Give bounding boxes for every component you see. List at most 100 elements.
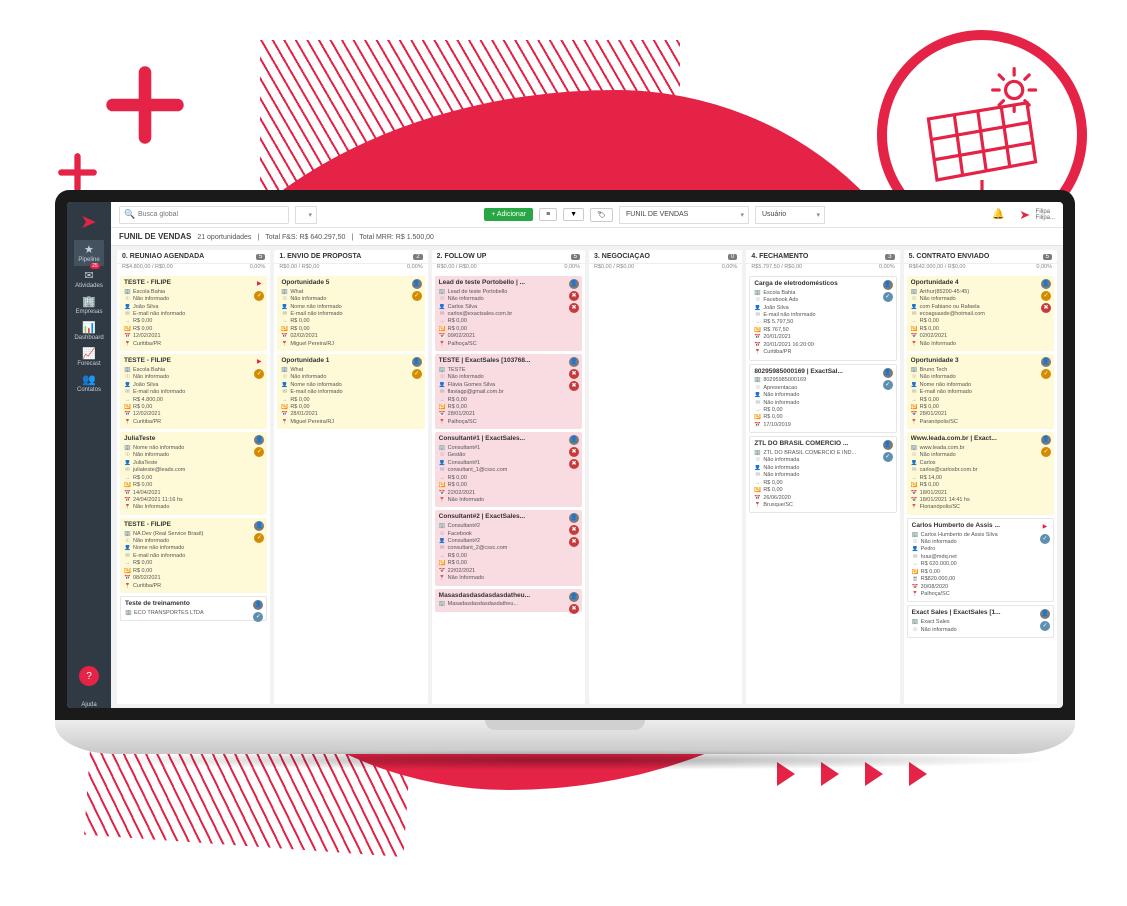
- card[interactable]: Masasdasdasdasdasdatheu...👤✖🏢 Masadasdas…: [435, 589, 582, 612]
- line-icon: 📍: [439, 575, 446, 582]
- card[interactable]: Oportunidade 4👤✓✖🏢 Arthur(85200-45:45)☉ …: [907, 276, 1054, 351]
- sidebar: ★Pipeline✉Atividades🏢Empresas📊Dashboard📈…: [67, 202, 111, 708]
- line-icon: 📅: [124, 333, 131, 340]
- card[interactable]: Exact Sales | ExactSales [1...👤✓🏢 Exact …: [907, 605, 1054, 638]
- line-icon: ☉: [439, 296, 446, 303]
- card[interactable]: Carga de eletrodomésticos👤✓🏢 Escola Bahi…: [749, 276, 896, 361]
- global-search[interactable]: 🔍: [119, 206, 289, 224]
- search-caret[interactable]: [295, 206, 317, 224]
- card-line: ☉ Não informado: [912, 539, 1049, 546]
- card[interactable]: 80295985000169 | ExactSal...👤✓🏢 80295985…: [749, 364, 896, 434]
- card[interactable]: Www.leada.com.br | Exact...👤✓🏢 www.leada…: [907, 432, 1054, 515]
- line-icon: 🔁: [911, 326, 918, 333]
- sidebar-item-contatos[interactable]: 👥Contatos: [74, 370, 103, 396]
- card-line: 🏢 Escola Bahia: [754, 290, 891, 297]
- card-line: 🔁 R$ 0,00: [281, 404, 420, 411]
- funnel-select[interactable]: FUNIL DE VENDAS: [619, 206, 749, 224]
- card-line: 👤 Não informado: [754, 392, 891, 399]
- card-line: 👤 João Silva: [124, 304, 263, 311]
- card-line: 🏢 TESTE: [439, 367, 578, 374]
- line-icon: →: [124, 475, 131, 482]
- sidebar-item-empresas[interactable]: 🏢Empresas: [74, 292, 103, 318]
- filter-button[interactable]: ▼: [563, 208, 584, 221]
- card-bad-icon: ✖: [569, 303, 579, 313]
- card-line: 📍 Miguel Pereira/RJ: [281, 341, 420, 348]
- card[interactable]: TESTE | ExactSales [103768...👤✖✖🏢 TESTE☉…: [435, 354, 582, 429]
- card[interactable]: Oportunidade 5👤✓🏢 What☉ Não informado👤 N…: [277, 276, 424, 351]
- line-text: Não Informado: [448, 575, 484, 582]
- menu-button[interactable]: ≡: [539, 208, 557, 221]
- line-icon: ☉: [439, 452, 446, 459]
- card-bad-icon: ✖: [569, 604, 579, 614]
- line-icon: 📍: [124, 341, 131, 348]
- card-line: 🏢 Escola Bahia: [124, 367, 263, 374]
- card-flag-icon: ▶: [254, 279, 264, 289]
- tag-button[interactable]: 🏷: [590, 208, 613, 222]
- card-title: TESTE - FILIPE: [124, 357, 263, 366]
- card-warn-icon: ✓: [412, 291, 422, 301]
- card[interactable]: Teste de treinamento👤✓🏢 ECO TRANSPORTES …: [120, 596, 267, 621]
- line-icon: 🔁: [754, 487, 761, 494]
- sidebar-item-pipeline[interactable]: ★Pipeline: [74, 240, 103, 266]
- help-button[interactable]: ?: [79, 666, 99, 686]
- line-text: Não informado: [921, 539, 957, 546]
- line-text: 12/02/2021: [133, 333, 161, 340]
- line-icon: ☉: [124, 296, 131, 303]
- card-ok-icon: ✓: [1040, 621, 1050, 631]
- card-line: 👤 Nome não informado: [281, 304, 420, 311]
- column-body: Lead de teste Portobello | ...👤✖✖🏢 Lead …: [432, 273, 585, 704]
- line-icon: ☉: [124, 452, 131, 459]
- sidebar-item-dashboard[interactable]: 📊Dashboard: [74, 318, 103, 344]
- line-icon: 📍: [124, 504, 131, 511]
- card[interactable]: TESTE - FILIPE▶✓🏢 Escola Bahia☉ Não info…: [120, 276, 267, 351]
- card-line: ☉ Não informado: [124, 538, 263, 545]
- card-icons: 👤✓: [883, 440, 893, 462]
- search-input[interactable]: [119, 206, 289, 224]
- line-text: flaviagp@gmail.com.br: [448, 389, 504, 396]
- card[interactable]: Carlos Humberto de Assis ...▶✓🏢 Carlos H…: [907, 518, 1054, 603]
- line-text: What: [290, 367, 303, 374]
- card-line: 📅 08/02/2021: [124, 575, 263, 582]
- card[interactable]: Consultant#2 | ExactSales...👤✖✖🏢 Consult…: [435, 510, 582, 585]
- card[interactable]: Oportunidade 1👤✓🏢 What☉ Não informado👤 N…: [277, 354, 424, 429]
- line-text: R$ 0,00: [763, 480, 782, 487]
- card[interactable]: Lead de teste Portobello | ...👤✖✖🏢 Lead …: [435, 276, 582, 351]
- card[interactable]: TESTE - FILIPE👤✓🏢 NA Dev (Real Service B…: [120, 518, 267, 593]
- line-text: R$ 0,00: [133, 326, 152, 333]
- line-icon: ✉: [439, 467, 446, 474]
- line-icon: 🔁: [281, 326, 288, 333]
- line-icon: 📅: [911, 490, 918, 497]
- card-line: ☉ Não informado: [439, 374, 578, 381]
- card-line: 📍 Curitiba/PR: [754, 349, 891, 356]
- line-text: Palhoça/SC: [448, 341, 477, 348]
- line-icon: 📅: [439, 333, 446, 340]
- column-header: 5. CONTRATO ENVIADO5: [904, 250, 1057, 264]
- card[interactable]: ZTL DO BRASIL COMERCIO ...👤✓🏢 ZTL DO BRA…: [749, 436, 896, 513]
- line-icon: 📅: [911, 497, 918, 504]
- line-icon: 🏢: [124, 531, 131, 538]
- add-button[interactable]: + Adicionar: [484, 208, 533, 221]
- card-line: 📍 Não Informado: [439, 497, 578, 504]
- card[interactable]: Consultant#1 | ExactSales...👤✖✖🏢 Consult…: [435, 432, 582, 507]
- line-text: JuliaTeste: [133, 460, 157, 467]
- sidebar-item-atividades[interactable]: ✉Atividades: [74, 266, 103, 292]
- card[interactable]: TESTE - FILIPE▶✓🏢 Escola Bahia☉ Não info…: [120, 354, 267, 429]
- line-icon: 📅: [439, 490, 446, 497]
- card-title: Masasdasdasdasdasdatheu...: [439, 592, 578, 601]
- user-block[interactable]: Filipa Filipa...: [1011, 207, 1055, 223]
- sidebar-item-forecast[interactable]: 📈Forecast: [74, 344, 103, 370]
- line-icon: →: [439, 397, 446, 404]
- bell-icon[interactable]: 🔔: [992, 209, 1004, 220]
- card-icons: 👤✓: [1041, 435, 1051, 457]
- card-line: → R$ 0,00: [754, 407, 891, 414]
- card[interactable]: JuliaTeste👤✓🏢 Nome não informado☉ Não in…: [120, 432, 267, 515]
- card-icons: 👤✖✖: [569, 435, 579, 469]
- user-select[interactable]: Usuário: [755, 206, 825, 224]
- line-text: 22/02/2021: [448, 568, 476, 575]
- line-text: Não informado: [448, 374, 484, 381]
- card[interactable]: Oportunidade 3👤✓🏢 Bruno Tech☉ Não inform…: [907, 354, 1054, 429]
- line-text: R$ 0,00: [763, 414, 782, 421]
- card-icons: 👤✓✖: [1041, 279, 1051, 313]
- line-icon: 🔁: [754, 327, 761, 334]
- line-icon: ☉: [281, 296, 288, 303]
